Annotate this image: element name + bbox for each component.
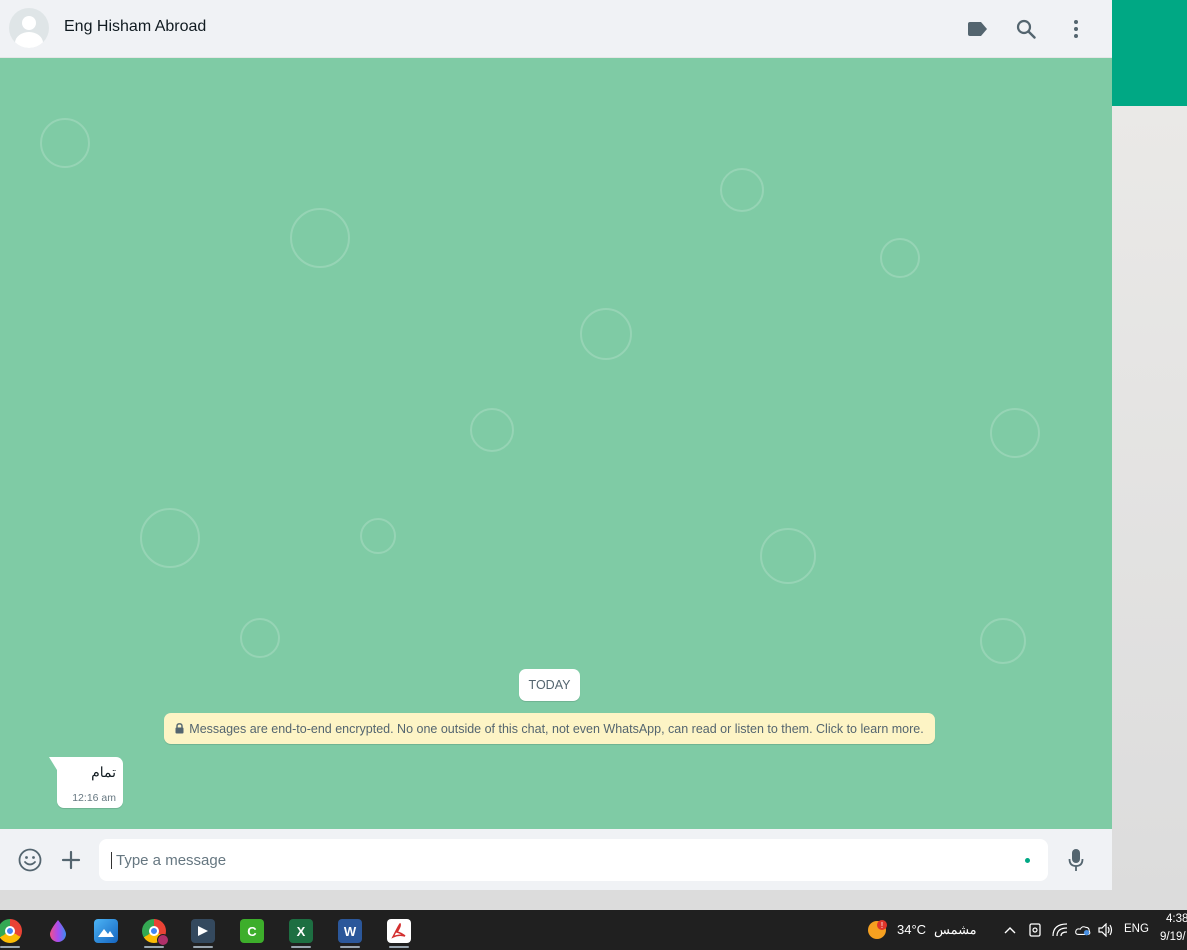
message-composer[interactable]	[99, 839, 1048, 881]
active-indicator	[0, 946, 20, 948]
active-indicator	[340, 946, 360, 948]
wallpaper-doodle	[720, 168, 764, 212]
word-icon: W	[338, 919, 362, 943]
device-icon[interactable]	[1027, 922, 1043, 938]
weather-temperature[interactable]: 34°C	[897, 922, 926, 937]
weather-condition[interactable]: مشمس	[934, 922, 977, 938]
date-chip: TODAY	[519, 669, 580, 701]
svg-text:!: !	[881, 921, 883, 930]
pdf-icon	[387, 919, 411, 943]
camtasia-icon: C	[240, 919, 264, 943]
active-indicator	[291, 946, 311, 948]
wallpaper-doodle	[140, 508, 200, 568]
taskbar-excel[interactable]: X	[283, 914, 319, 948]
label-icon[interactable]	[962, 14, 992, 44]
active-indicator	[389, 946, 409, 948]
taskbar-photos[interactable]	[88, 914, 124, 948]
message-time: 12:16 am	[72, 792, 116, 804]
encryption-notice-text: Messages are end-to-end encrypted. No on…	[189, 721, 924, 736]
volume-icon[interactable]	[1098, 922, 1114, 938]
chat-window: Eng Hisham Abroad TODAY Messages are end…	[0, 0, 1112, 890]
wallpaper-doodle	[980, 618, 1026, 664]
wallpaper-doodle	[470, 408, 514, 452]
emoji-icon[interactable]	[15, 845, 45, 875]
active-indicator	[193, 946, 213, 948]
wallpaper-doodle	[580, 308, 632, 360]
message-bubble[interactable]: تمام 12:16 am	[49, 757, 123, 808]
taskbar: C X W ! 34°C مشمس ENG 4:38 9/19/	[0, 910, 1187, 950]
avatar-body-shape	[15, 32, 43, 48]
taskbar-pdf-reader[interactable]	[381, 914, 417, 948]
compose-footer	[0, 829, 1112, 890]
wallpaper-doodle	[760, 528, 816, 584]
launcher-icon	[191, 919, 215, 943]
taskbar-app-launcher[interactable]	[185, 914, 221, 948]
bubble-tail	[49, 757, 57, 770]
microphone-icon[interactable]	[1061, 845, 1091, 875]
photos-icon	[94, 919, 118, 943]
wallpaper-doodle	[990, 408, 1040, 458]
taskbar-chrome[interactable]	[0, 914, 28, 948]
wallpaper-doodle	[290, 208, 350, 268]
excel-icon: X	[289, 919, 313, 943]
contact-name[interactable]: Eng Hisham Abroad	[64, 18, 206, 36]
chat-header: Eng Hisham Abroad	[0, 0, 1112, 58]
taskbar-camtasia[interactable]: C	[234, 914, 270, 948]
search-icon[interactable]	[1011, 14, 1041, 44]
wifi-icon[interactable]	[1052, 922, 1068, 938]
wallpaper-doodle	[880, 238, 920, 278]
desktop-background	[0, 890, 1112, 910]
avatar[interactable]	[9, 8, 49, 48]
message-input[interactable]	[111, 851, 991, 869]
wallpaper-doodle	[240, 618, 280, 658]
taskbar-chrome-profile[interactable]	[136, 914, 172, 948]
desktop-background	[1112, 106, 1187, 910]
weather-sun-icon[interactable]: !	[867, 920, 887, 940]
wallpaper-doodle	[40, 118, 90, 168]
clock-date[interactable]: 9/19/	[1160, 931, 1186, 943]
color-drop-icon	[46, 919, 70, 943]
chrome-icon	[0, 919, 22, 943]
language-indicator[interactable]: ENG	[1124, 923, 1149, 935]
encryption-notice[interactable]: Messages are end-to-end encrypted. No on…	[164, 713, 935, 744]
taskbar-color-picker[interactable]	[40, 914, 76, 948]
attach-icon[interactable]	[56, 845, 86, 875]
clock-time[interactable]: 4:38	[1166, 913, 1187, 925]
active-indicator	[144, 946, 164, 948]
conversation-panel[interactable]: TODAY Messages are end-to-end encrypted.…	[0, 58, 1112, 829]
chrome-profile-icon	[142, 919, 169, 946]
wallpaper-doodle	[360, 518, 396, 554]
status-dot	[1025, 858, 1030, 863]
taskbar-word[interactable]: W	[332, 914, 368, 948]
avatar-head-shape	[22, 16, 36, 30]
message-text: تمام	[91, 764, 116, 780]
menu-icon[interactable]	[1061, 14, 1091, 44]
app-accent-strip	[1112, 0, 1187, 106]
onedrive-icon[interactable]	[1075, 922, 1091, 938]
lock-icon	[175, 723, 184, 734]
chevron-up-icon[interactable]	[1002, 922, 1018, 938]
